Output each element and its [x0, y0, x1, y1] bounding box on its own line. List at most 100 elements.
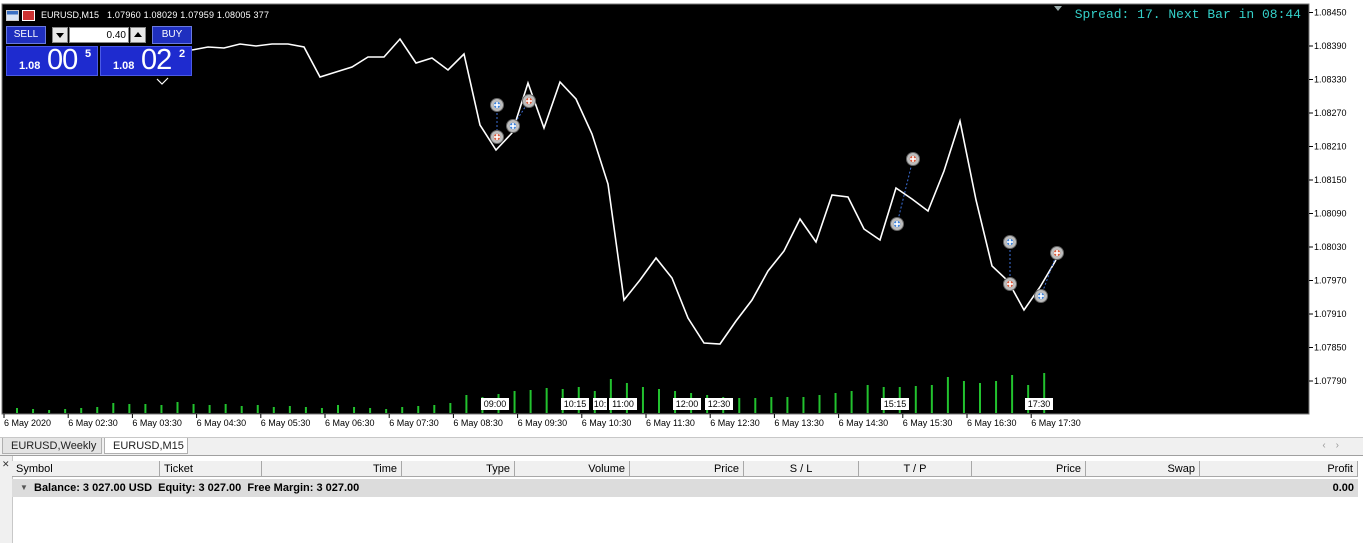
price-axis-label: 1.07790: [1314, 376, 1347, 386]
spread-info: Spread: 17. Next Bar in 08:44: [1074, 7, 1301, 22]
time-axis-label: 6 May 12:30: [710, 418, 760, 428]
chart-tab-bar: EURUSD,Weekly EURUSD,M15 ‹›: [0, 437, 1363, 456]
price-axis-label: 1.07850: [1314, 343, 1347, 353]
terminal-panel: ✕ Symbol Ticket Time Type Volume Price S…: [0, 455, 1363, 543]
sell-marker-icon[interactable]: [522, 94, 536, 108]
buy-marker-icon[interactable]: [506, 119, 520, 133]
buy-button[interactable]: BUY: [152, 26, 192, 44]
time-axis-label: 6 May 07:30: [389, 418, 439, 428]
sell-marker-icon[interactable]: [490, 130, 504, 144]
tab-eurusd-weekly[interactable]: EURUSD,Weekly: [2, 438, 102, 454]
balance-summary: Balance: 3 027.00 USD Equity: 3 027.00 F…: [34, 482, 360, 494]
balance-row[interactable]: ▼ Balance: 3 027.00 USD Equity: 3 027.00…: [12, 479, 1358, 497]
buy-marker-icon[interactable]: [1034, 289, 1048, 303]
chart-window[interactable]: 09:00 10:15 10: 11:00 12:00 12:30 15:15 …: [0, 0, 1363, 437]
price-axis-label: 1.08270: [1314, 108, 1347, 118]
price-line: [191, 37, 1057, 345]
buy-marker-icon[interactable]: [890, 217, 904, 231]
trade-time-labels: 09:00 10:15 10: 11:00 12:00 12:30 15:15 …: [481, 398, 1053, 410]
column-header-price[interactable]: Price: [630, 461, 744, 477]
trade-time-label: 12:00: [676, 399, 699, 409]
time-axis-label: 6 May 13:30: [774, 418, 824, 428]
column-header-current-price[interactable]: Price: [972, 461, 1086, 477]
profit-total: 0.00: [1332, 482, 1354, 494]
buy-marker-icon[interactable]: [1003, 235, 1017, 249]
price-axis-label: 1.07910: [1314, 309, 1347, 319]
trade-time-label: 12:30: [708, 399, 731, 409]
time-axis-label: 6 May 08:30: [453, 418, 503, 428]
time-axis-label: 6 May 06:30: [325, 418, 375, 428]
chart-window-icon: [6, 9, 19, 21]
buy-marker-icon[interactable]: [490, 98, 504, 112]
sell-price-pips: 00: [47, 44, 78, 76]
sell-price-prefix: 1.08: [19, 60, 41, 72]
price-axis-label: 1.08390: [1314, 41, 1347, 51]
time-axis-label: 6 May 02:30: [68, 418, 118, 428]
time-axis-label: 6 May 05:30: [261, 418, 311, 428]
price-axis: 1.08450 1.08390 1.08330 1.08270 1.08210 1.081…: [1309, 8, 1347, 386]
time-axis-label: 6 May 09:30: [518, 418, 568, 428]
time-axis-label: 6 May 04:30: [197, 418, 247, 428]
shift-marker-icon[interactable]: [1054, 6, 1062, 11]
sell-price-button[interactable]: 1.08 00 5: [6, 44, 98, 76]
price-axis-label: 1.08450: [1314, 8, 1347, 18]
column-header-volume[interactable]: Volume: [515, 461, 630, 477]
trade-table-header: Symbol Ticket Time Type Volume Price S /…: [12, 461, 1358, 477]
trade-markers[interactable]: [490, 94, 1064, 303]
time-axis-label: 6 May 2020: [4, 418, 51, 428]
time-axis-label: 6 May 03:30: [132, 418, 182, 428]
trade-links: [496, 100, 1058, 297]
price-axis-label: 1.07970: [1314, 276, 1347, 286]
one-click-trading-panel: SELL BUY 1.08 00 5 1.08 02 2: [6, 26, 192, 76]
column-header-profit[interactable]: Profit: [1200, 461, 1358, 477]
time-axis-label: 6 May 14:30: [839, 418, 889, 428]
column-header-time[interactable]: Time: [262, 461, 402, 477]
chart-symbol: EURUSD,M15: [41, 10, 100, 20]
time-axis-label: 6 May 15:30: [903, 418, 953, 428]
trade-time-label: 17:30: [1028, 399, 1051, 409]
lot-decrease-button[interactable]: [52, 27, 68, 43]
time-axis-label: 6 May 11:30: [646, 418, 695, 428]
time-axis-label: 6 May 10:30: [582, 418, 632, 428]
flag-icon: [22, 9, 35, 21]
column-header-stop-loss[interactable]: S / L: [744, 461, 859, 477]
trade-time-label: 10:: [594, 399, 607, 409]
price-axis-label: 1.08330: [1314, 75, 1347, 85]
column-header-symbol[interactable]: Symbol: [12, 461, 160, 477]
buy-price-pips: 02: [141, 44, 172, 76]
time-axis: 6 May 2020 6 May 02:30 6 May 03:30 6 May 04…: [3, 414, 1081, 428]
trade-time-label: 11:00: [612, 399, 634, 409]
buy-price-prefix: 1.08: [113, 60, 135, 72]
price-tick-marker: [156, 77, 169, 85]
trade-time-label: 09:00: [484, 399, 507, 409]
sell-button[interactable]: SELL: [6, 26, 46, 44]
sell-marker-icon[interactable]: [906, 152, 920, 166]
collapse-icon[interactable]: ▼: [20, 479, 28, 497]
column-header-type[interactable]: Type: [402, 461, 515, 477]
column-header-ticket[interactable]: Ticket: [160, 461, 262, 477]
sell-marker-icon[interactable]: [1050, 246, 1064, 260]
sell-marker-icon[interactable]: [1003, 277, 1017, 291]
plot-border: [1, 3, 1310, 415]
trade-time-label: 10:15: [564, 399, 587, 409]
column-header-take-profit[interactable]: T / P: [859, 461, 972, 477]
trade-link: [896, 158, 914, 225]
buy-price-fraction: 2: [179, 48, 186, 60]
buy-price-button[interactable]: 1.08 02 2: [100, 44, 192, 76]
sell-price-fraction: 5: [85, 48, 92, 60]
time-axis-label: 6 May 17:30: [1031, 418, 1081, 428]
tab-eurusd-m15[interactable]: EURUSD,M15: [104, 438, 188, 454]
lot-increase-button[interactable]: [130, 27, 146, 43]
price-chart[interactable]: 09:00 10:15 10: 11:00 12:00 12:30 15:15 …: [0, 0, 1363, 437]
price-axis-label: 1.08210: [1314, 142, 1347, 152]
tab-scroll-arrows-icon[interactable]: ‹›: [1322, 440, 1349, 451]
trade-time-label: 15:15: [884, 399, 907, 409]
column-header-swap[interactable]: Swap: [1086, 461, 1200, 477]
close-icon[interactable]: ✕: [2, 459, 10, 470]
price-axis-label: 1.08090: [1314, 209, 1347, 219]
price-axis-label: 1.08150: [1314, 175, 1347, 185]
time-axis-label: 6 May 16:30: [967, 418, 1017, 428]
price-axis-label: 1.08030: [1314, 242, 1347, 252]
lot-size-input[interactable]: [69, 27, 129, 43]
chart-header: EURUSD,M15 1.07960 1.08029 1.07959 1.080…: [6, 8, 269, 22]
